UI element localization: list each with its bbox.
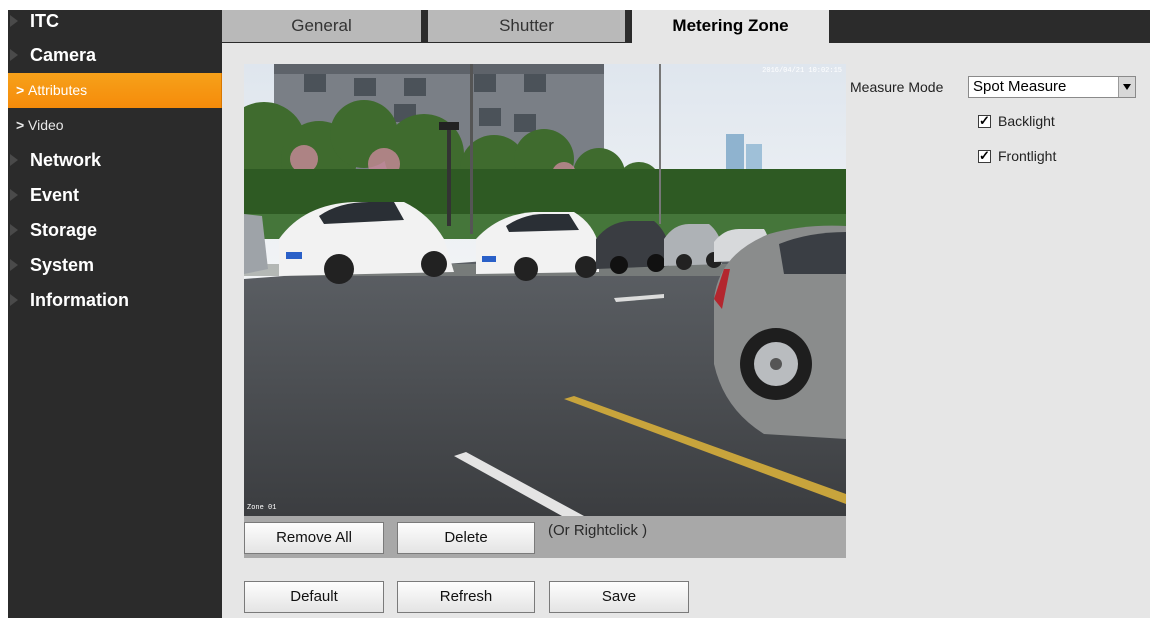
sidebar-item-label: Attributes [28,82,88,98]
refresh-button[interactable]: Refresh [397,581,535,613]
sidebar-item-label: Information [30,290,129,310]
measure-mode-value: Spot Measure [973,78,1067,95]
remove-all-button[interactable]: Remove All [244,522,384,554]
sidebar-item-label: ITC [30,11,59,31]
sidebar-item-video[interactable]: > Video [8,108,222,143]
measure-mode-label: Measure Mode [850,79,944,95]
backlight-label: Backlight [998,113,1055,129]
triangle-right-icon [10,49,18,61]
chevron-down-icon[interactable] [1118,77,1135,97]
chevron-right-icon: > [16,117,25,133]
checkmark-icon: ✓ [979,148,990,163]
chevron-right-icon: > [16,82,25,98]
rightclick-hint: (Or Rightclick ) [548,522,648,539]
tab-metering-zone[interactable]: Metering Zone [632,10,830,43]
sidebar-item-storage[interactable]: Storage [8,213,222,248]
triangle-right-icon [10,259,18,271]
checkmark-icon: ✓ [979,113,990,128]
video-toolbar: Remove All Delete (Or Rightclick ) [244,516,846,558]
sidebar-item-network[interactable]: Network [8,143,222,178]
save-button[interactable]: Save [549,581,689,613]
main-panel: General Shutter Metering Zone 2016/04/21… [222,10,1150,618]
sidebar-item-label: Network [30,150,102,170]
video-preview[interactable]: 2016/04/21 10:02:15 Zone 01 [244,64,846,516]
sidebar-item-system[interactable]: System [8,248,222,283]
triangle-right-icon [10,15,18,27]
sidebar-item-label: Storage [30,220,98,240]
sidebar-item-label: System [30,255,95,275]
tab-shutter[interactable]: Shutter [428,10,626,42]
triangle-right-icon [10,294,18,306]
sidebar-item-label: Event [30,185,80,205]
zone-overlay: Zone 01 [247,504,277,512]
sidebar-item-itc[interactable]: ITC [8,10,222,38]
sidebar-item-event[interactable]: Event [8,178,222,213]
triangle-right-icon [10,154,18,166]
triangle-right-icon [10,189,18,201]
sidebar-item-information[interactable]: Information [8,283,222,318]
tab-general[interactable]: General [222,10,422,42]
sidebar-item-label: Video [28,117,64,133]
measure-mode-select[interactable]: Spot Measure [968,76,1136,98]
frontlight-label: Frontlight [998,148,1057,164]
sidebar: ITC Camera > Attributes > Video Network … [8,10,222,618]
tab-bar: General Shutter Metering Zone [222,10,1150,43]
sidebar-item-attributes[interactable]: > Attributes [8,73,222,108]
timestamp-overlay: 2016/04/21 10:02:15 [762,67,842,75]
sidebar-item-camera[interactable]: Camera [8,38,222,73]
frontlight-checkbox[interactable]: ✓ [978,148,991,163]
triangle-right-icon [10,224,18,236]
camera-scene-image [244,64,846,516]
backlight-checkbox[interactable]: ✓ [978,113,991,128]
default-button[interactable]: Default [244,581,384,613]
delete-button[interactable]: Delete [397,522,535,554]
sidebar-item-label: Camera [30,45,97,65]
